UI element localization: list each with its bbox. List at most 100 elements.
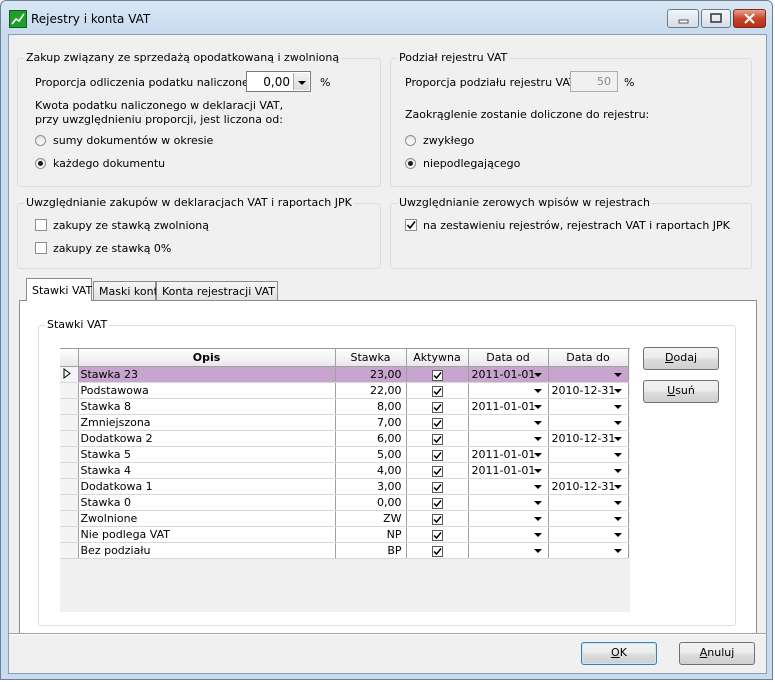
- minimize-button[interactable]: [667, 9, 699, 28]
- aktywna-checkbox[interactable]: [431, 513, 443, 525]
- chevron-down-icon[interactable]: [613, 437, 622, 441]
- aktywna-checkbox[interactable]: [431, 497, 443, 509]
- row-indicator[interactable]: [60, 462, 79, 479]
- table-row[interactable]: Stawka 0 0,00: [60, 494, 629, 511]
- row-indicator[interactable]: [60, 526, 79, 543]
- checkbox-zero[interactable]: [35, 242, 47, 254]
- chevron-down-icon[interactable]: [533, 485, 542, 489]
- chevron-down-icon[interactable]: [533, 389, 542, 393]
- cell-data-od[interactable]: [468, 478, 549, 495]
- cell-stawka[interactable]: 7,00: [335, 414, 407, 431]
- chevron-down-icon[interactable]: [613, 485, 622, 489]
- aktywna-checkbox[interactable]: [431, 385, 443, 397]
- cell-data-od[interactable]: 2011-01-01: [468, 366, 549, 383]
- cell-aktywna[interactable]: [406, 398, 469, 415]
- checkbox-zerowe-label[interactable]: na zestawieniu rejestrów, rejestrach VAT…: [423, 219, 730, 232]
- cell-data-od[interactable]: [468, 430, 549, 447]
- radio-niepodlegajacego[interactable]: [405, 158, 416, 169]
- cell-aktywna[interactable]: [406, 478, 469, 495]
- chevron-down-icon[interactable]: [533, 501, 542, 505]
- column-header-opis[interactable]: Opis: [78, 349, 336, 367]
- table-row[interactable]: Bez podziału BP: [60, 542, 629, 559]
- cell-aktywna[interactable]: [406, 414, 469, 431]
- cell-data-do[interactable]: [548, 366, 629, 383]
- chevron-down-icon[interactable]: [613, 517, 622, 521]
- aktywna-checkbox[interactable]: [431, 449, 443, 461]
- cell-opis[interactable]: Stawka 23: [78, 366, 336, 383]
- column-header-data-od[interactable]: Data od: [468, 349, 549, 367]
- cell-data-od[interactable]: [468, 510, 549, 527]
- cell-opis[interactable]: Bez podziału: [78, 542, 336, 559]
- close-button[interactable]: [733, 9, 766, 28]
- row-indicator[interactable]: [60, 446, 79, 463]
- aktywna-checkbox[interactable]: [431, 545, 443, 557]
- radio-niepodlegajacego-label[interactable]: niepodlegającego: [423, 157, 520, 170]
- chevron-down-icon[interactable]: [613, 453, 622, 457]
- chevron-down-icon[interactable]: [533, 533, 542, 537]
- cell-data-do[interactable]: 2010-12-31: [548, 430, 629, 447]
- checkbox-zwolniona[interactable]: [35, 219, 47, 231]
- cell-data-od[interactable]: 2011-01-01: [468, 446, 549, 463]
- radio-kazdego[interactable]: [35, 158, 46, 169]
- table-row[interactable]: Dodatkowa 2 6,00 2010-12-31: [60, 430, 629, 447]
- checkbox-zerowe[interactable]: [405, 219, 417, 231]
- chevron-down-icon[interactable]: [533, 437, 542, 441]
- cell-aktywna[interactable]: [406, 542, 469, 559]
- column-header-data-do[interactable]: Data do: [548, 349, 629, 367]
- cell-data-od[interactable]: [468, 542, 549, 559]
- aktywna-checkbox[interactable]: [431, 401, 443, 413]
- ok-button[interactable]: OK: [581, 642, 657, 665]
- row-indicator[interactable]: [60, 382, 79, 399]
- maximize-button[interactable]: [701, 9, 731, 28]
- cell-opis[interactable]: Dodatkowa 2: [78, 430, 336, 447]
- row-indicator[interactable]: [60, 398, 79, 415]
- cell-aktywna[interactable]: [406, 366, 469, 383]
- cell-opis[interactable]: Zwolnione: [78, 510, 336, 527]
- tab-stawki-vat[interactable]: Stawki VAT: [26, 278, 92, 301]
- chevron-down-icon[interactable]: [613, 469, 622, 473]
- cell-data-do[interactable]: [548, 510, 629, 527]
- cell-aktywna[interactable]: [406, 510, 469, 527]
- row-indicator[interactable]: [60, 542, 79, 559]
- chevron-down-icon[interactable]: [533, 453, 542, 457]
- chevron-down-icon[interactable]: [613, 405, 622, 409]
- cell-data-od[interactable]: 2011-01-01: [468, 398, 549, 415]
- chevron-down-icon[interactable]: [533, 549, 542, 553]
- cell-opis[interactable]: Stawka 5: [78, 446, 336, 463]
- row-indicator[interactable]: [60, 510, 79, 527]
- dodaj-button[interactable]: Dodaj: [643, 347, 719, 370]
- table-row[interactable]: Stawka 4 4,00 2011-01-01: [60, 462, 629, 479]
- cell-stawka[interactable]: 8,00: [335, 398, 407, 415]
- radio-sumy-label[interactable]: sumy dokumentów w okresie: [53, 134, 213, 147]
- tab-maski-kont[interactable]: Maski kont: [93, 281, 158, 301]
- cell-opis[interactable]: Stawka 4: [78, 462, 336, 479]
- aktywna-checkbox[interactable]: [431, 529, 443, 541]
- radio-zwyklego-label[interactable]: zwykłego: [423, 134, 474, 147]
- radio-kazdego-label[interactable]: każdego dokumentu: [53, 157, 165, 170]
- table-row[interactable]: Podstawowa 22,00 2010-12-31: [60, 382, 629, 399]
- radio-sumy[interactable]: [35, 135, 46, 146]
- cell-data-do[interactable]: [548, 526, 629, 543]
- row-indicator[interactable]: [60, 494, 79, 511]
- row-indicator[interactable]: [60, 430, 79, 447]
- cell-data-do[interactable]: [548, 494, 629, 511]
- chevron-down-icon[interactable]: [613, 373, 622, 377]
- chevron-down-icon[interactable]: [293, 73, 309, 90]
- checkbox-zero-label[interactable]: zakupy ze stawką 0%: [53, 242, 171, 255]
- cell-stawka[interactable]: 0,00: [335, 494, 407, 511]
- table-row[interactable]: Stawka 8 8,00 2011-01-01: [60, 398, 629, 415]
- row-indicator[interactable]: [60, 414, 79, 431]
- cell-stawka[interactable]: 23,00: [335, 366, 407, 383]
- table-row[interactable]: Zwolnione ZW: [60, 510, 629, 527]
- cell-data-do[interactable]: [548, 446, 629, 463]
- proporcja-combo[interactable]: 0,00: [246, 71, 311, 92]
- aktywna-checkbox[interactable]: [431, 465, 443, 477]
- title-bar[interactable]: Rejestry i konta VAT: [1, 1, 772, 35]
- chevron-down-icon[interactable]: [613, 501, 622, 505]
- cell-data-do[interactable]: [548, 414, 629, 431]
- cell-opis[interactable]: Podstawowa: [78, 382, 336, 399]
- cell-stawka[interactable]: ZW: [335, 510, 407, 527]
- tab-konta-rejestracji[interactable]: Konta rejestracji VAT: [156, 281, 278, 301]
- cell-data-od[interactable]: [468, 526, 549, 543]
- chevron-down-icon[interactable]: [613, 421, 622, 425]
